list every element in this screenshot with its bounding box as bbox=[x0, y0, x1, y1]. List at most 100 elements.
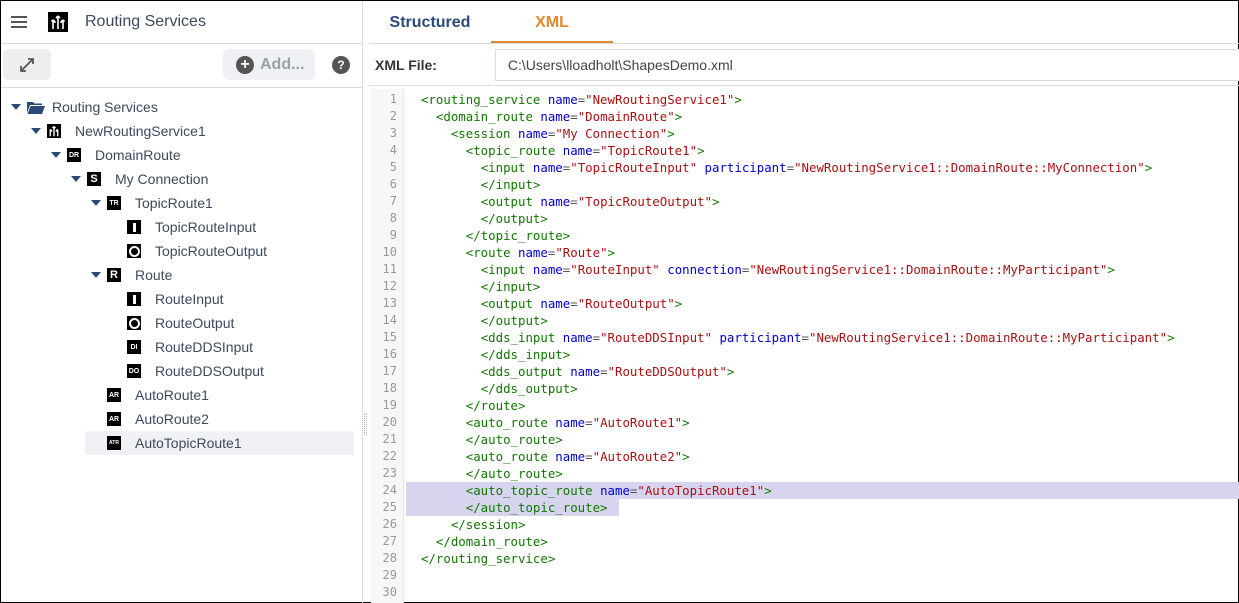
xml-tag: </dds_input> bbox=[480, 347, 571, 362]
dds-output-icon: DO bbox=[127, 364, 141, 378]
xml-value: "NewRoutingService1::DomainRoute::MyPart… bbox=[749, 262, 1108, 277]
code-line: 15 <dds_input name="RouteDDSInput" parti… bbox=[371, 329, 1239, 346]
tree-node[interactable]: TopicRouteInput bbox=[1, 215, 361, 239]
code-text: </route> bbox=[421, 397, 526, 414]
line-number: 24 bbox=[382, 483, 397, 497]
code-text: </output> bbox=[421, 312, 548, 329]
expand-button[interactable] bbox=[3, 49, 51, 80]
code-text: <auto_route name="AutoRoute2"> bbox=[421, 448, 690, 465]
xml-code-editor[interactable]: 1 <routing_service name="NewRoutingServic… bbox=[371, 89, 1239, 603]
line-number: 29 bbox=[382, 568, 397, 582]
topic-route-icon: TR bbox=[107, 196, 121, 210]
routing-service-icon bbox=[48, 12, 68, 32]
xml-tag: > bbox=[1167, 330, 1175, 345]
auto-topic-route-icon: ATR bbox=[107, 436, 121, 450]
code-text: <auto_route name="AutoRoute1"> bbox=[421, 414, 690, 431]
tree-node[interactable]: DO RouteDDSOutput bbox=[1, 359, 361, 383]
xml-tag: <topic_route bbox=[465, 143, 556, 158]
code-line: 23 </auto_route> bbox=[371, 465, 1239, 482]
tree-node[interactable]: AR AutoRoute2 bbox=[1, 407, 361, 431]
line-number: 28 bbox=[382, 551, 397, 565]
tree-node[interactable]: NewRoutingService1 bbox=[1, 119, 361, 143]
routing-service-icon bbox=[47, 124, 61, 138]
code-text: </session> bbox=[421, 516, 526, 533]
tree-node-label: RouteDDSInput bbox=[155, 339, 254, 355]
tree-node[interactable]: DI RouteDDSInput bbox=[1, 335, 361, 359]
line-number: 30 bbox=[382, 585, 397, 599]
navigation-panel: Routing Services + Add... ? Routing Serv… bbox=[1, 1, 367, 603]
xml-punct bbox=[555, 330, 562, 345]
xml-tag: <dds_output bbox=[480, 364, 563, 379]
add-button[interactable]: + Add... bbox=[223, 49, 315, 80]
tree-node-label: AutoRoute1 bbox=[135, 387, 209, 403]
xml-attribute: name bbox=[562, 330, 593, 345]
xml-attribute: name bbox=[540, 194, 571, 209]
tree-node[interactable]: R Route bbox=[1, 263, 361, 287]
help-icon[interactable]: ? bbox=[332, 56, 350, 74]
code-text: <domain_route name="DomainRoute"> bbox=[421, 108, 682, 125]
tree-node[interactable]: ATR AutoTopicRoute1 bbox=[85, 431, 354, 455]
tree-node-label: NewRoutingService1 bbox=[75, 123, 206, 139]
line-number: 5 bbox=[389, 160, 397, 174]
xml-tag: > bbox=[667, 126, 675, 141]
xml-tag: <domain_route bbox=[435, 109, 533, 124]
code-line: 12 </input> bbox=[371, 278, 1239, 295]
code-text: </dds_output> bbox=[421, 380, 578, 397]
tree-node-label: AutoRoute2 bbox=[135, 411, 209, 427]
xml-tag: <input bbox=[480, 262, 526, 277]
expand-diagonal-icon bbox=[20, 57, 34, 72]
code-line: 4 <topic_route name="TopicRoute1"> bbox=[371, 142, 1239, 159]
tree-node[interactable]: DR DomainRoute bbox=[1, 143, 361, 167]
plus-circle-icon: + bbox=[236, 55, 254, 74]
caret-down-icon[interactable] bbox=[91, 272, 101, 278]
tab-xml[interactable]: XML bbox=[491, 1, 613, 43]
caret-down-icon[interactable] bbox=[31, 128, 41, 134]
line-number: 25 bbox=[382, 500, 397, 514]
xml-value: "Route" bbox=[555, 245, 608, 260]
service-tree: Routing Services NewRoutingService1 DR Doma… bbox=[1, 95, 361, 455]
caret-down-icon[interactable] bbox=[71, 176, 81, 182]
xml-tag: <routing_service bbox=[421, 92, 541, 107]
xml-tag: > bbox=[1107, 262, 1115, 277]
xml-tag: </session> bbox=[450, 517, 526, 532]
caret-down-icon[interactable] bbox=[91, 200, 101, 206]
code-line: 18 </dds_output> bbox=[371, 380, 1239, 397]
code-text: <auto_topic_route name="AutoTopicRoute1"… bbox=[421, 482, 772, 499]
code-text: <input name = "TopicRouteInput" participan… bbox=[421, 159, 1152, 176]
tree-node[interactable]: RouteInput bbox=[1, 287, 361, 311]
code-line: 24 <auto_topic_route name="AutoTopicRout… bbox=[371, 482, 1239, 499]
code-text: <output name="TopicRouteOutput"> bbox=[421, 193, 720, 210]
tree-node[interactable]: Routing Services bbox=[1, 95, 361, 119]
line-number: 6 bbox=[389, 177, 397, 191]
tree-node[interactable]: AR AutoRoute1 bbox=[1, 383, 361, 407]
xml-punct: = bbox=[786, 160, 795, 175]
code-text: </output> bbox=[421, 210, 548, 227]
hamburger-icon[interactable] bbox=[11, 16, 27, 28]
xml-punct: = bbox=[570, 194, 578, 209]
tree-node[interactable]: RouteOutput bbox=[1, 311, 361, 335]
tree-node[interactable]: S My Connection bbox=[1, 167, 361, 191]
caret-down-icon[interactable] bbox=[51, 152, 61, 158]
tree-node[interactable]: TopicRouteOutput bbox=[1, 239, 361, 263]
add-button-label: Add... bbox=[260, 55, 305, 73]
input-icon bbox=[127, 220, 141, 234]
dds-input-icon: DI bbox=[127, 340, 141, 354]
panel-splitter-handle[interactable] bbox=[364, 413, 367, 435]
code-line: 1 <routing_service name="NewRoutingServic… bbox=[371, 91, 1239, 108]
xml-tag: </auto_route> bbox=[465, 432, 563, 447]
code-text: <input name="RouteInput" connection="New… bbox=[421, 261, 1115, 278]
code-text: </routing_service> bbox=[421, 550, 555, 567]
xml-punct bbox=[555, 143, 562, 158]
tree-node[interactable]: TR TopicRoute1 bbox=[1, 191, 361, 215]
code-lines: 1 <routing_service name="NewRoutingServic… bbox=[371, 91, 1239, 601]
xml-tag: </output> bbox=[480, 211, 548, 226]
code-line: 19 </route> bbox=[371, 397, 1239, 414]
tab-structured[interactable]: Structured bbox=[369, 1, 491, 43]
xml-attribute: name bbox=[547, 92, 578, 107]
caret-down-icon[interactable] bbox=[11, 104, 21, 110]
xml-attribute: connection bbox=[667, 262, 742, 277]
xml-file-path-input[interactable] bbox=[494, 48, 1239, 81]
xml-punct: = bbox=[570, 296, 578, 311]
tree-node-label: AutoTopicRoute1 bbox=[135, 435, 242, 451]
code-line: 6 </input> bbox=[371, 176, 1239, 193]
